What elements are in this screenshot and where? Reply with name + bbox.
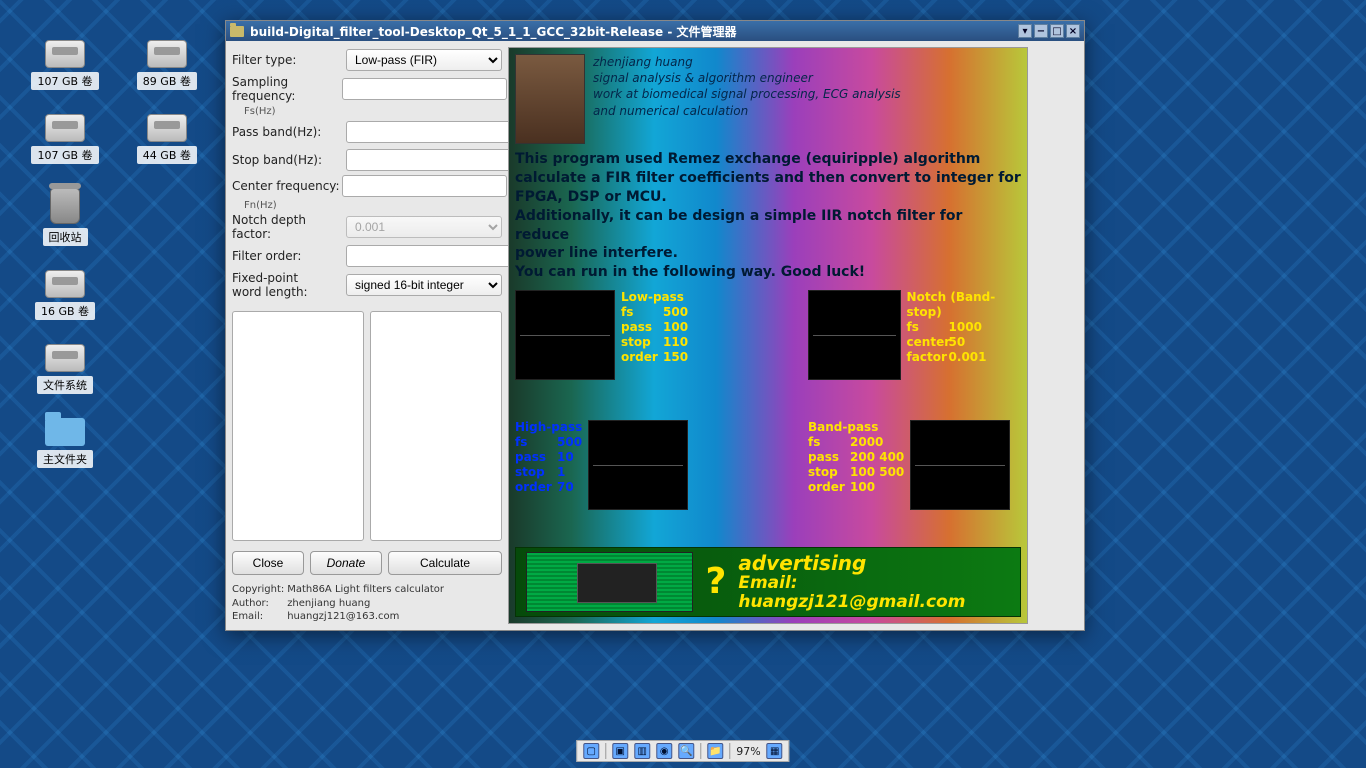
lowpass-params: Low-pass fs500 pass100 stop110 order150 [621,290,688,365]
examples-grid: Low-pass fs500 pass100 stop110 order150 … [515,290,1021,510]
trash-icon[interactable]: 回收站 [20,188,110,246]
sampling-label: Sampling frequency: [232,75,342,103]
author-avatar [515,54,585,144]
window-title: build-Digital_filter_tool-Desktop_Qt_5_1… [250,23,736,40]
pass-band-label: Pass band(Hz): [232,125,342,139]
stop-band-label: Stop band(Hz): [232,153,342,167]
output-box-1[interactable] [232,311,364,541]
stop-band-input-1[interactable] [346,149,511,171]
lowpass-chart [515,290,615,380]
output-box-2[interactable] [370,311,502,541]
filter-type-select[interactable]: Low-pass (FIR) [346,49,502,71]
window-folder-icon [230,26,244,37]
ad-text: advertising Email: huangzj121@gmail.com [738,552,1010,611]
close-button[interactable]: Close [232,551,304,575]
fixed-point-label: Fixed-point word length: [232,271,342,299]
fixed-point-select[interactable]: signed 16-bit integer [346,274,502,296]
taskbar-globe-icon[interactable]: ◉ [656,743,672,759]
bandpass-chart [910,420,1010,510]
form-pane: Filter type: Low-pass (FIR) Sampling fre… [232,47,502,624]
drive-icon-44gb[interactable]: 44 GB 卷 [122,114,212,164]
shade-button[interactable]: ▾ [1018,24,1032,38]
home-folder-icon[interactable]: 主文件夹 [20,418,110,468]
drive-icon-filesystem[interactable]: 文件系统 [20,344,110,394]
notch-params: Notch (Band-stop) fs1000 center50 factor… [907,290,1021,365]
notch-depth-select[interactable]: 0.001 [346,216,502,238]
maximize-button[interactable]: □ [1050,24,1064,38]
drive-icon-89gb[interactable]: 89 GB 卷 [122,40,212,90]
donate-button[interactable]: Donate [310,551,382,575]
sampling-sublabel: Fs(Hz) [232,107,276,117]
author-bio: zhenjiang huang signal analysis & algori… [593,54,901,144]
center-freq-sublabel: Fn(Hz) [232,201,277,211]
filter-order-label: Filter order: [232,249,342,263]
bandpass-params: Band-pass fs2000 pass200 400 stop100 500… [808,420,904,495]
notch-depth-label: Notch depth factor: [232,213,342,241]
calculate-button[interactable]: Calculate [388,551,502,575]
drive-icon-16gb[interactable]: 16 GB 卷 [20,270,110,320]
taskbar-files-icon[interactable]: 📁 [707,743,723,759]
footer-info: Copyright: Math86A Light filters calcula… [232,583,502,624]
app-window: build-Digital_filter_tool-Desktop_Qt_5_1… [225,20,1085,631]
taskbar-tray-icon[interactable]: ▦ [767,743,783,759]
highpass-params: High-pass fs500 pass10 stop1 order70 [515,420,582,495]
notch-chart [808,290,901,380]
drive-icon-107gb-2[interactable]: 107 GB 卷 [20,114,110,164]
center-freq-input[interactable] [342,175,507,197]
ad-question-icon: ? [705,561,726,602]
pass-band-input-1[interactable] [346,121,511,143]
taskbar: ▢ ▣ ▥ ◉ 🔍 📁 97% ▦ [576,740,789,762]
sampling-input[interactable] [342,78,507,100]
ad-banner: ? advertising Email: huangzj121@gmail.co… [515,547,1021,617]
minimize-button[interactable]: − [1034,24,1048,38]
intro-text: This program used Remez exchange (equiri… [515,150,1021,282]
center-freq-label: Center frequency: [232,179,342,193]
filter-order-input[interactable] [346,245,511,267]
chip-image [526,552,693,612]
titlebar[interactable]: build-Digital_filter_tool-Desktop_Qt_5_1… [226,21,1084,41]
drive-icon-107gb-1[interactable]: 107 GB 卷 [20,40,110,90]
taskbar-terminal-icon[interactable]: ▣ [612,743,628,759]
desktop-icons: 107 GB 卷 89 GB 卷 107 GB 卷 44 GB 卷 回收站 16… [20,40,240,492]
taskbar-search-icon[interactable]: 🔍 [678,743,694,759]
close-window-button[interactable]: × [1066,24,1080,38]
taskbar-panel-icon[interactable]: ▥ [634,743,650,759]
highpass-chart [588,420,688,510]
taskbar-battery-percent: 97% [736,745,760,758]
taskbar-desktop-icon[interactable]: ▢ [583,743,599,759]
filter-type-label: Filter type: [232,53,342,67]
info-pane: zhenjiang huang signal analysis & algori… [508,47,1028,624]
